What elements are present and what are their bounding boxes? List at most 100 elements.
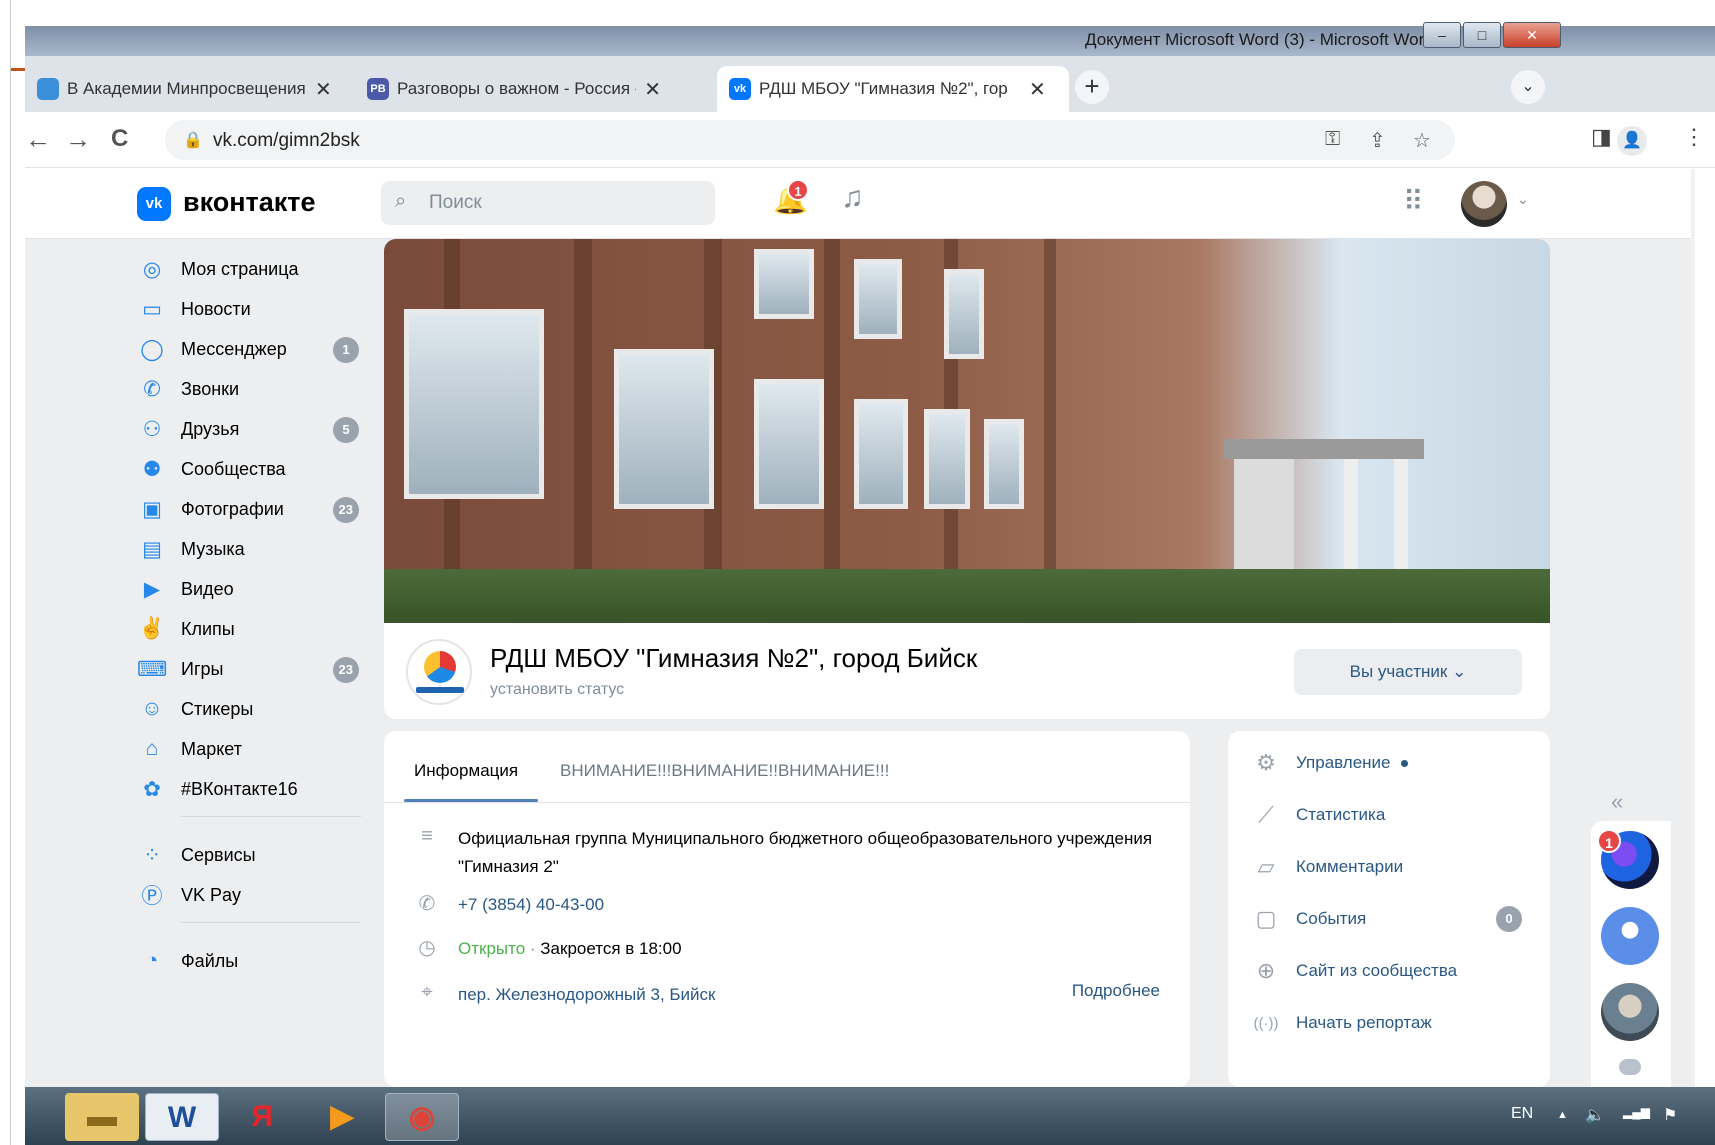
- gear-icon: ⚙: [1256, 750, 1276, 775]
- cover-ground: [384, 569, 1550, 623]
- close-tab-icon[interactable]: ✕: [644, 77, 661, 102]
- chat-bubble-icon[interactable]: [1619, 1059, 1641, 1075]
- apps-grid-icon[interactable]: ⠿: [1403, 185, 1423, 218]
- side-item-comments[interactable]: ▱ Комментарии: [1250, 847, 1540, 887]
- group-avatar[interactable]: [406, 639, 472, 705]
- nav-item-services[interactable]: ⁘ Сервисы: [137, 835, 377, 875]
- explorer-icon[interactable]: ▬: [65, 1093, 139, 1141]
- file-icon: ◔: [145, 949, 159, 972]
- more-details-link[interactable]: Подробнее: [1072, 981, 1160, 1001]
- share-icon[interactable]: ⇪: [1369, 128, 1386, 153]
- nav-item-vkpay[interactable]: Ⓟ VK Pay: [137, 875, 377, 915]
- logo-caption-bar: [416, 687, 464, 693]
- maximize-button[interactable]: □: [1463, 22, 1501, 48]
- nav-label: Сообщества: [181, 458, 286, 479]
- page-scrollbar[interactable]: [1691, 169, 1695, 1087]
- music-icon[interactable]: ♫: [841, 181, 864, 215]
- hours-text: Открыто · Закроется в 18:00: [458, 935, 1158, 963]
- browser-profile-icon[interactable]: 👤: [1617, 126, 1647, 156]
- group-cover-photo[interactable]: [384, 239, 1550, 623]
- nav-item-friends[interactable]: ⚇ Друзья 5: [137, 409, 377, 449]
- news-icon: ▭: [142, 297, 162, 321]
- volume-icon[interactable]: 🔈: [1585, 1105, 1605, 1125]
- nav-item-games[interactable]: ⌨ Игры 23: [137, 649, 377, 689]
- browser-menu-icon[interactable]: ⋮: [1683, 124, 1705, 150]
- tray-expand-icon[interactable]: ▲: [1557, 1109, 1568, 1121]
- side-item-label: События: [1296, 909, 1367, 928]
- nav-item-news[interactable]: ▭ Новости: [137, 289, 377, 329]
- language-indicator[interactable]: EN: [1511, 1105, 1533, 1123]
- phone-icon: ✆: [418, 893, 436, 915]
- side-item-statistics[interactable]: ⟋ Статистика: [1250, 795, 1540, 835]
- nav-item-communities[interactable]: ⚉ Сообщества: [137, 449, 377, 489]
- close-window-button[interactable]: ✕: [1503, 22, 1561, 48]
- word-icon[interactable]: W: [145, 1093, 219, 1141]
- forward-arrow-icon[interactable]: →: [65, 124, 91, 155]
- cover-window: [984, 419, 1024, 509]
- address-bar[interactable]: 🔒 vk.com/gimn2bsk ⚿ ⇪ ☆: [165, 120, 1455, 160]
- side-panel-icon[interactable]: ◨: [1591, 124, 1612, 150]
- tab-title: В Академии Минпросвещения: [67, 79, 306, 98]
- tab-vk-group[interactable]: vk РДШ МБОУ "Гимназия №2", гор ✕: [717, 66, 1069, 112]
- tab-attention[interactable]: ВНИМАНИЕ!!!ВНИМАНИЕ!!ВНИМАНИЕ!!!: [560, 761, 889, 781]
- nav-item-market[interactable]: ⌂ Маркет: [137, 729, 377, 769]
- member-dropdown-button[interactable]: Вы участник ⌄: [1294, 649, 1522, 695]
- action-center-flag-icon[interactable]: ⚑: [1663, 1105, 1677, 1125]
- nav-item-video[interactable]: ▶ Видео: [137, 569, 377, 609]
- info-tabs-divider: [384, 802, 1190, 803]
- new-tab-button[interactable]: +: [1075, 70, 1109, 104]
- back-arrow-icon[interactable]: ←: [25, 124, 51, 155]
- cover-pillar: [1044, 239, 1056, 579]
- nav-item-messenger[interactable]: ◯ Мессенджер 1: [137, 329, 377, 369]
- profile-chevron-down-icon[interactable]: ⌄: [1517, 191, 1529, 208]
- media-player-icon[interactable]: ▶: [305, 1093, 379, 1141]
- cover-porch-roof: [1224, 439, 1424, 459]
- side-item-live[interactable]: ((·)) Начать репортаж: [1250, 1003, 1540, 1043]
- nav-item-photos[interactable]: ▣ Фотографии 23: [137, 489, 377, 529]
- nav-item-music[interactable]: ▤ Музыка: [137, 529, 377, 569]
- tab-razgovory[interactable]: РВ Разговоры о важном - Россия - ✕: [355, 66, 673, 112]
- chat-unread-badge: 1: [1597, 829, 1621, 853]
- key-icon[interactable]: ⚿: [1325, 128, 1340, 151]
- collapse-chats-icon[interactable]: «: [1611, 789, 1623, 815]
- chat-avatar[interactable]: [1601, 983, 1659, 1041]
- bookmark-star-icon[interactable]: ☆: [1413, 128, 1431, 153]
- side-item-label: Начать репортаж: [1296, 1013, 1432, 1032]
- reload-icon[interactable]: C: [111, 125, 128, 153]
- side-item-site[interactable]: ⊕ Сайт из сообщества: [1250, 951, 1540, 991]
- close-tab-icon[interactable]: ✕: [315, 77, 332, 102]
- nav-item-files[interactable]: ◔ Файлы: [137, 941, 377, 981]
- nav-label: Игры: [181, 658, 224, 679]
- chat-avatar[interactable]: [1601, 907, 1659, 965]
- nav-item-stickers[interactable]: ☺ Стикеры: [137, 689, 377, 729]
- url-text[interactable]: vk.com/gimn2bsk: [213, 130, 360, 152]
- nav-label: Маркет: [181, 738, 242, 759]
- nav-item-vk16[interactable]: ✿ #ВКонтакте16: [137, 769, 377, 809]
- vk-brand[interactable]: вконтакте: [183, 187, 316, 218]
- yandex-icon[interactable]: Я: [225, 1093, 299, 1141]
- side-item-manage[interactable]: ⚙ Управление: [1250, 743, 1540, 783]
- close-tab-icon[interactable]: ✕: [1029, 77, 1046, 102]
- address-link[interactable]: пер. Железнодорожный 3, Бийск: [458, 981, 978, 1009]
- nav-item-clips[interactable]: ✌ Клипы: [137, 609, 377, 649]
- gamepad-icon: ⌨: [137, 657, 168, 681]
- side-item-events[interactable]: ▢ События 0: [1250, 899, 1540, 939]
- phone-number-link[interactable]: +7 (3854) 40-43-00: [458, 891, 1158, 919]
- tab-search-chevron-icon[interactable]: ⌄: [1511, 70, 1545, 104]
- tab-academy[interactable]: В Академии Минпросвещения ✕: [25, 66, 351, 112]
- minimize-button[interactable]: –: [1423, 22, 1461, 48]
- nav-label: Моя страница: [181, 258, 299, 279]
- nav-item-my-page[interactable]: ◎ Моя страница: [137, 249, 377, 289]
- tab-information[interactable]: Информация: [414, 761, 518, 781]
- profile-avatar[interactable]: [1461, 181, 1507, 227]
- network-icon[interactable]: ▂▄▆: [1623, 1105, 1650, 1119]
- chrome-icon[interactable]: ◉: [385, 1093, 459, 1141]
- vk-search-input[interactable]: ⌕ Поиск: [381, 181, 715, 225]
- smiley-icon: ☺: [141, 697, 163, 720]
- set-status-link[interactable]: установить статус: [490, 681, 624, 699]
- user-circle-icon: ◎: [142, 257, 162, 281]
- nav-item-calls[interactable]: ✆ Звонки: [137, 369, 377, 409]
- cover-window: [854, 399, 908, 509]
- vk-logo-icon[interactable]: vk: [137, 187, 171, 221]
- friends-icon: ⚇: [142, 417, 162, 441]
